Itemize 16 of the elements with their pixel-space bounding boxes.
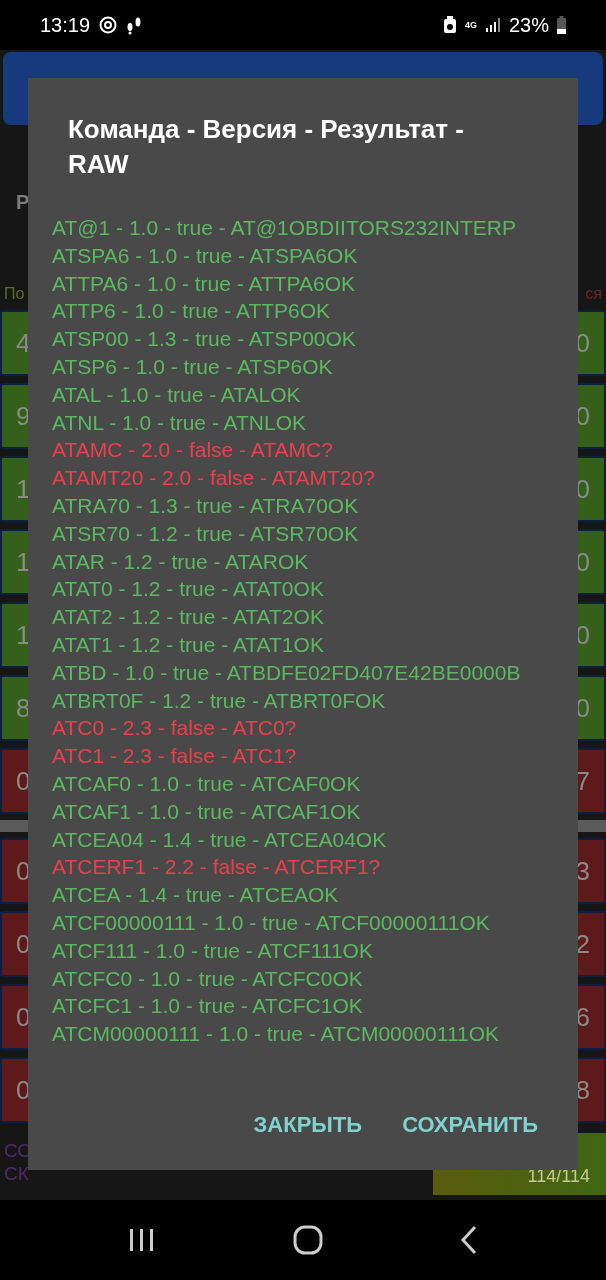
column-hint: По (4, 284, 25, 303)
dialog-title: Команда - Версия - Результат - RAW (67, 113, 465, 181)
network-type: 4G (464, 20, 477, 30)
signal-icon (484, 17, 501, 33)
footsteps-icon (126, 15, 143, 35)
status-text: СК (4, 1162, 30, 1185)
back-icon[interactable] (458, 1225, 479, 1255)
battery-icon (557, 16, 566, 34)
result-line: AT@1 - 1.0 - true - AT@1OBDIITORS232INTERP (52, 215, 516, 241)
result-line: ATTPA6 - 1.0 - true - ATTPA6OK (52, 270, 356, 297)
column-hint: ся (585, 284, 602, 303)
clock-time: 13:19 (40, 13, 91, 37)
section-label: Р (16, 191, 30, 214)
home-icon[interactable] (292, 1224, 324, 1256)
result-line: ATSPA6 - 1.0 - true - ATSPA6OK (52, 242, 358, 269)
battery-percent: 23% (508, 13, 549, 37)
